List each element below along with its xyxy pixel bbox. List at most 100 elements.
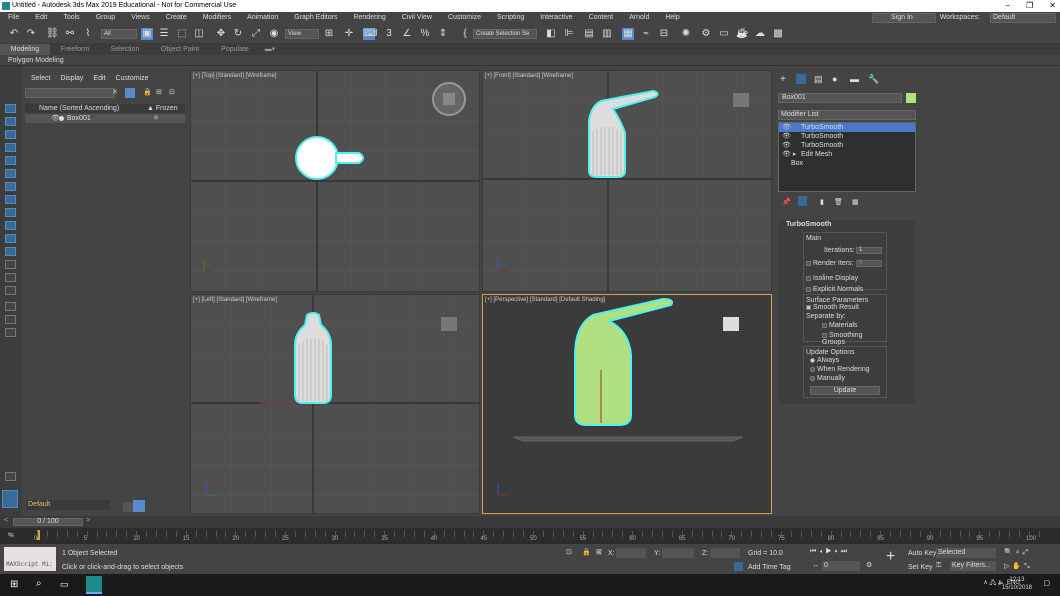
- explorer-row-box001[interactable]: 👁 Box001 ❄: [25, 114, 185, 123]
- curve-editor-icon[interactable]: ⌁: [640, 28, 652, 40]
- show-end-result-icon[interactable]: [798, 196, 807, 206]
- maxscript-listener[interactable]: MAXScript Mi:: [4, 547, 56, 571]
- search-icon[interactable]: ⌕: [36, 578, 42, 589]
- rotate-icon[interactable]: ↻: [232, 28, 244, 40]
- menu-group[interactable]: Group: [88, 12, 123, 24]
- hierarchy-tab-icon[interactable]: ▤: [814, 74, 823, 85]
- update-button[interactable]: Update: [810, 386, 880, 395]
- viewport-label-perspective[interactable]: [+] [Perspective] [Standard] [Default Sh…: [485, 297, 605, 303]
- window-crossing-icon[interactable]: ◫: [193, 28, 205, 40]
- select-object-icon[interactable]: ▣: [141, 28, 153, 40]
- pin-stack-icon[interactable]: 📌: [782, 198, 791, 206]
- object-color-swatch[interactable]: [906, 93, 916, 103]
- utilities-tab-icon[interactable]: 🔧: [868, 74, 879, 85]
- absolute-mode-icon[interactable]: ⊠: [596, 548, 602, 556]
- menu-arnold[interactable]: Arnold: [621, 12, 657, 24]
- sync-selection-icon[interactable]: [5, 328, 16, 337]
- lock-icon[interactable]: 🔒: [143, 88, 152, 96]
- explorer-tab-customize[interactable]: Customize: [115, 74, 148, 83]
- set-key-button[interactable]: Set Key: [908, 564, 933, 571]
- next-frame-icon[interactable]: >: [86, 517, 90, 524]
- ribbon-options-icon[interactable]: ▬▾: [260, 44, 280, 55]
- render-icon[interactable]: ☕: [736, 28, 748, 40]
- menu-tools[interactable]: Tools: [55, 12, 87, 24]
- eye-icon[interactable]: 👁: [782, 132, 791, 141]
- add-time-tag-button[interactable]: Add Time Tag: [748, 564, 791, 571]
- display-groups-icon[interactable]: [5, 208, 16, 217]
- display-all-icon[interactable]: [5, 117, 16, 126]
- notifications-icon[interactable]: ▢: [1043, 579, 1050, 587]
- snaps-toggle-icon[interactable]: 3: [383, 28, 395, 40]
- current-frame-input[interactable]: 0: [822, 561, 860, 571]
- viewcube-perspective[interactable]: [723, 317, 739, 331]
- stack-item-box[interactable]: Box: [779, 159, 915, 168]
- close-icon[interactable]: ✕: [1049, 0, 1056, 12]
- tab-object-paint[interactable]: Object Paint: [150, 44, 210, 55]
- track-bar[interactable]: ↹ 0 5 10 15 20 25 30 35 40 45 50 55 60 65 70 75 80 85 90 95…: [0, 528, 1060, 544]
- stack-item-turbosmooth[interactable]: 👁 TurboSmooth: [779, 123, 915, 132]
- display-bones-icon[interactable]: [5, 234, 16, 243]
- named-selection-dropdown[interactable]: Create Selection Se: [473, 29, 537, 39]
- display-lights-icon[interactable]: [5, 156, 16, 165]
- menu-file[interactable]: File: [0, 12, 27, 24]
- 3dsmax-taskbar-icon[interactable]: [86, 576, 102, 594]
- display-tab-icon[interactable]: ▬: [850, 74, 859, 84]
- z-coordinate-input[interactable]: [710, 548, 740, 558]
- display-hidden-icon[interactable]: [5, 273, 16, 282]
- eye-icon[interactable]: 👁: [782, 123, 791, 132]
- bottle-perspective[interactable]: [574, 297, 673, 426]
- always-radio[interactable]: Always: [810, 357, 839, 364]
- explorer-tab-edit[interactable]: Edit: [93, 74, 105, 83]
- scale-icon[interactable]: ⤢: [250, 28, 262, 40]
- display-geometry-icon[interactable]: [5, 130, 16, 139]
- render-iters-row[interactable]: Render Iters:: [806, 260, 853, 267]
- hierarchy-icon[interactable]: ⊟: [169, 88, 175, 96]
- menu-animation[interactable]: Animation: [239, 12, 286, 24]
- sort-icon[interactable]: ⊞: [156, 88, 162, 96]
- expand-icon[interactable]: [5, 472, 16, 481]
- clear-search-icon[interactable]: ✕: [112, 88, 118, 96]
- layers-icon[interactable]: [123, 502, 133, 512]
- key-filter-icon[interactable]: ⚿: [936, 562, 941, 570]
- key-filters-button[interactable]: Key Filters...: [950, 561, 996, 571]
- menu-modifiers[interactable]: Modifiers: [195, 12, 239, 24]
- windows-start-icon[interactable]: ⊞: [10, 579, 18, 590]
- iterations-spinner[interactable]: 1: [856, 247, 882, 254]
- key-mode-icon[interactable]: ↔: [812, 562, 819, 569]
- smooth-result-checkbox[interactable]: Smooth Result: [806, 304, 859, 311]
- scene-explorer-toggle-icon[interactable]: [2, 490, 18, 508]
- layer-explorer-toggle-icon[interactable]: [133, 500, 145, 512]
- layer-explorer-icon[interactable]: ▥: [601, 28, 613, 40]
- configure-sets-icon[interactable]: ▦: [852, 198, 859, 206]
- select-by-name-icon[interactable]: ☰: [158, 28, 170, 40]
- filter-toggle-icon[interactable]: [125, 88, 135, 98]
- pivot-center-icon[interactable]: ⊞: [323, 28, 335, 40]
- menu-views[interactable]: Views: [123, 12, 158, 24]
- display-xrefs-icon[interactable]: [5, 221, 16, 230]
- set-key-plus-icon[interactable]: +: [886, 548, 895, 566]
- minimize-icon[interactable]: –: [1006, 0, 1010, 12]
- undo-icon[interactable]: ↶: [8, 28, 20, 40]
- keyboard-shortcut-icon[interactable]: ⌨: [363, 28, 377, 40]
- make-unique-icon[interactable]: ▮: [820, 198, 824, 206]
- viewport-perspective[interactable]: [+] [Perspective] [Standard] [Default Sh…: [482, 294, 772, 514]
- scene-explorer-icon[interactable]: ▤: [583, 28, 595, 40]
- stack-item-turbosmooth[interactable]: 👁 TurboSmooth: [779, 132, 915, 141]
- display-shapes-icon[interactable]: [5, 143, 16, 152]
- time-tag-icon[interactable]: [734, 562, 743, 571]
- filter-icon[interactable]: [5, 302, 16, 311]
- explorer-search-input[interactable]: [25, 88, 115, 98]
- viewcube-left[interactable]: [441, 317, 457, 331]
- smoothing-groups-checkbox[interactable]: Smoothing Groups: [822, 332, 886, 346]
- task-view-icon[interactable]: ▭: [60, 579, 69, 590]
- create-tab-icon[interactable]: +: [780, 74, 786, 85]
- col-name[interactable]: Name (Sorted Ascending): [39, 105, 119, 112]
- motion-tab-icon[interactable]: ●: [832, 74, 837, 84]
- display-spacewarps-icon[interactable]: [5, 195, 16, 204]
- rollout-title[interactable]: TurboSmooth: [778, 220, 914, 230]
- viewcube-front[interactable]: [733, 93, 749, 107]
- menu-graph-editors[interactable]: Graph Editors: [286, 12, 345, 24]
- redo-icon[interactable]: ↷: [25, 28, 37, 40]
- modify-tab-icon[interactable]: [796, 74, 806, 84]
- playback-controls-icon[interactable]: ⏮◂▶▸⏭: [810, 548, 850, 556]
